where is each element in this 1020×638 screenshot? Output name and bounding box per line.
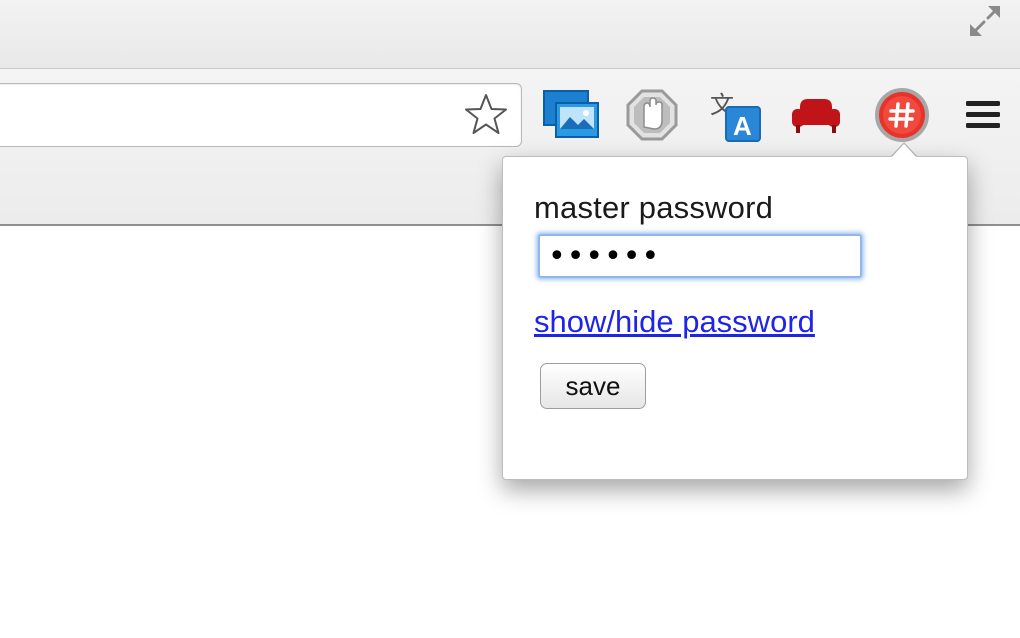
image-viewer-icon: [543, 90, 599, 138]
translate-icon: 文 A: [710, 91, 761, 142]
armchair-extension-button[interactable]: [786, 87, 846, 143]
fullscreen-icon[interactable]: [964, 2, 1004, 42]
window-titlebar: [0, 0, 1020, 69]
show-hide-password-link[interactable]: show/hide password: [534, 304, 815, 340]
hamburger-menu-icon[interactable]: [964, 95, 1002, 135]
stop-hand-extension-button[interactable]: [622, 87, 682, 143]
popup-pointer-fill: [891, 144, 917, 158]
master-password-input[interactable]: [538, 234, 862, 278]
hash-password-icon: [875, 88, 929, 142]
svg-text:A: A: [733, 111, 752, 141]
save-button[interactable]: save: [540, 363, 646, 409]
image-viewer-extension-button[interactable]: [542, 87, 602, 143]
bookmark-star-icon[interactable]: [463, 92, 509, 138]
master-password-label: master password: [534, 190, 774, 225]
armchair-icon: [792, 99, 840, 133]
hash-password-extension-button[interactable]: [872, 87, 932, 143]
stop-hand-icon: [626, 89, 678, 141]
address-bar[interactable]: [0, 83, 522, 147]
translate-extension-button[interactable]: 文 A: [704, 87, 764, 143]
